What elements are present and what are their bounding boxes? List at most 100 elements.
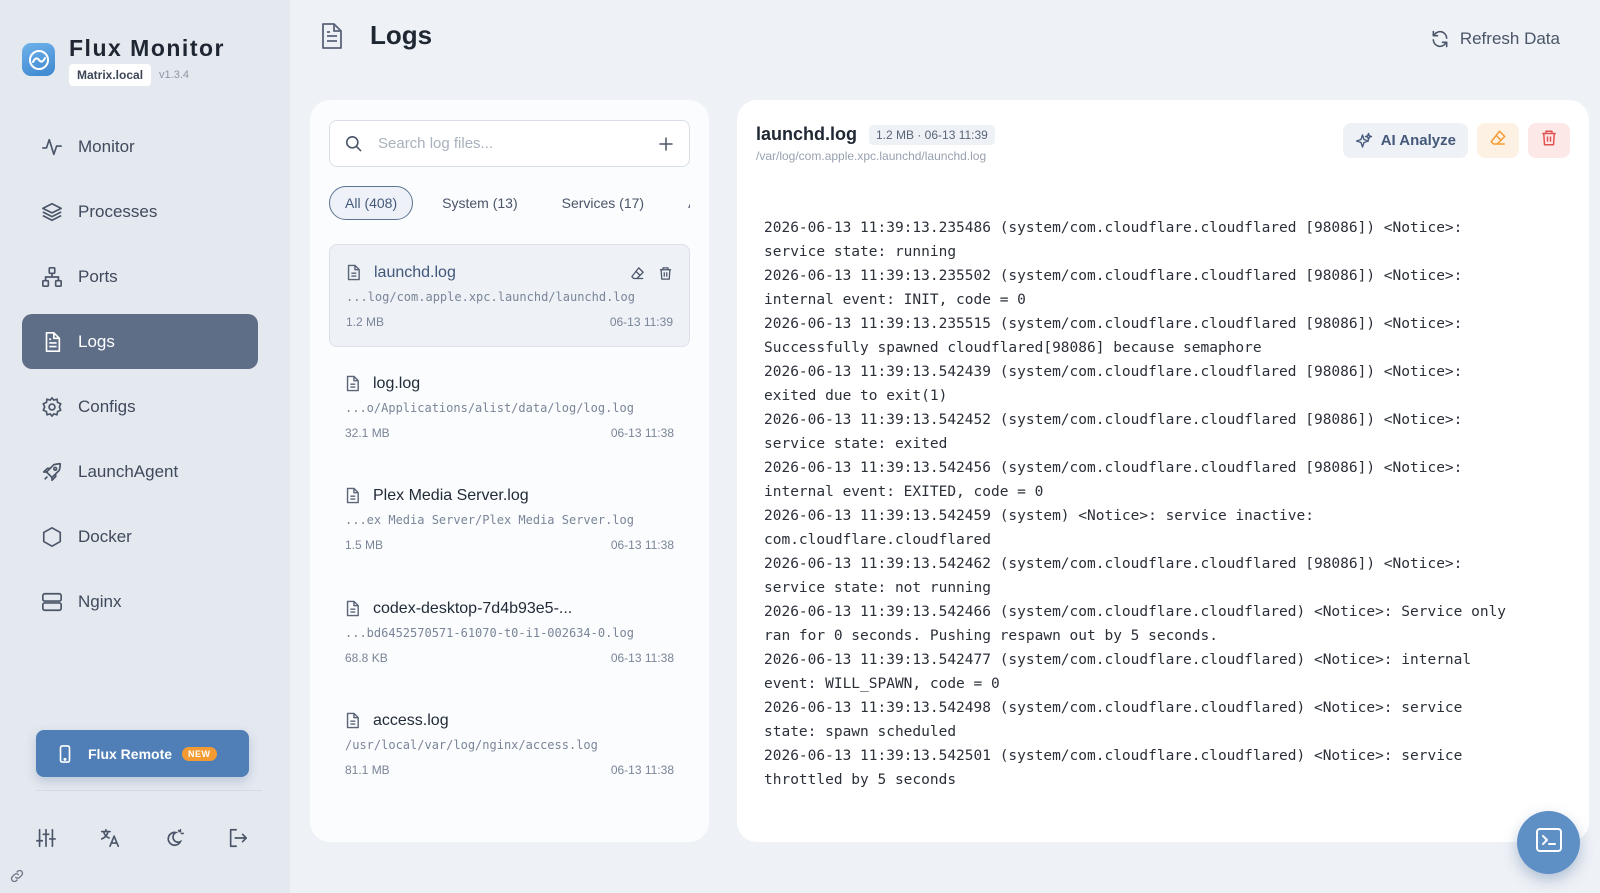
nav-label: Processes <box>78 201 158 221</box>
rocket-icon <box>40 460 64 484</box>
file-time: 06-13 11:38 <box>610 651 674 665</box>
nav-label: Configs <box>78 396 136 416</box>
nav-item-ports[interactable]: Ports <box>22 249 258 304</box>
filter-tab-services[interactable]: Services (17) <box>547 186 659 220</box>
file-list-item[interactable]: launchd.log ...log/com.apple.xpc.launchd… <box>329 244 690 347</box>
sparkles-icon <box>1355 132 1373 150</box>
app-logo-icon <box>22 43 55 76</box>
file-icon <box>345 487 361 505</box>
search-input[interactable] <box>378 135 657 152</box>
ai-analyze-label: AI Analyze <box>1380 132 1456 149</box>
nav-item-logs[interactable]: Logs <box>22 314 258 369</box>
sidebar-divider <box>36 790 262 791</box>
file-path: /usr/local/var/log/nginx/access.log <box>345 738 598 752</box>
nav-label: Docker <box>78 526 132 546</box>
terminal-icon <box>1535 827 1563 858</box>
layers-icon <box>40 200 64 224</box>
filter-tab-all[interactable]: All (408) <box>329 186 414 220</box>
file-name: codex-desktop-7d4b93e5-... <box>373 600 573 617</box>
file-list-item[interactable]: log.log ...o/Applications/alist/data/log… <box>329 356 690 459</box>
hexagon-icon <box>40 525 64 549</box>
nav-item-monitor[interactable]: Monitor <box>22 119 258 174</box>
sliders-icon[interactable] <box>34 826 58 850</box>
file-text-icon <box>320 22 346 50</box>
file-name: access.log <box>373 712 449 729</box>
file-time: 06-13 11:39 <box>609 315 673 329</box>
file-size: 1.5 MB <box>345 538 384 552</box>
file-icon <box>345 375 361 393</box>
search-box <box>329 120 690 167</box>
nav-item-launchagent[interactable]: LaunchAgent <box>22 444 258 499</box>
trash-icon[interactable] <box>657 265 673 281</box>
refresh-data-button[interactable]: Refresh Data <box>1415 20 1574 58</box>
nav-label: Nginx <box>78 591 122 611</box>
terminal-button[interactable] <box>1517 811 1580 874</box>
flux-remote-button[interactable]: Flux Remote NEW <box>36 730 249 777</box>
nav-item-docker[interactable]: Docker <box>22 509 258 564</box>
file-time: 06-13 11:38 <box>610 538 674 552</box>
log-viewer-panel: launchd.log 1.2 MB · 06-13 11:39 /var/lo… <box>737 100 1589 842</box>
refresh-label: Refresh Data <box>1459 29 1560 48</box>
page-title: Logs <box>370 20 433 50</box>
trash-icon <box>1540 129 1558 152</box>
flux-remote-label: Flux Remote <box>88 745 173 762</box>
filter-tab-system[interactable]: System (13) <box>427 186 532 220</box>
file-path: ...o/Applications/alist/data/log/log.log <box>345 401 634 415</box>
file-list-item[interactable]: codex-desktop-7d4b93e5-... ...bd64525705… <box>329 581 690 684</box>
activity-icon <box>40 135 64 159</box>
translate-icon[interactable] <box>98 826 122 850</box>
file-list-item[interactable]: access.log /usr/local/var/log/nginx/acce… <box>329 693 690 796</box>
file-path: ...bd6452570571-61070-t0-i1-002634-0.log <box>345 626 634 640</box>
file-name: log.log <box>373 375 421 392</box>
file-path: ...log/com.apple.xpc.launchd/launchd.log <box>346 290 635 304</box>
delete-log-button[interactable] <box>1528 123 1570 158</box>
main-nav: Monitor Processes Ports Logs Configs Lau… <box>22 119 258 639</box>
refresh-icon <box>1430 29 1450 49</box>
search-icon <box>344 134 364 154</box>
file-time: 06-13 11:38 <box>610 763 674 777</box>
eraser-icon[interactable] <box>629 265 645 281</box>
nav-item-configs[interactable]: Configs <box>22 379 258 434</box>
viewer-file-name: launchd.log <box>756 124 857 144</box>
filter-tab-apps[interactable]: Ap <box>673 186 690 220</box>
eraser-icon <box>1489 129 1507 152</box>
viewer-file-path: /var/log/com.apple.xpc.launchd/launchd.l… <box>756 149 987 163</box>
file-size: 68.8 KB <box>345 651 388 665</box>
log-content[interactable]: 2026-06-13 11:39:13.235486 (system/com.c… <box>764 216 1569 792</box>
viewer-actions: AI Analyze <box>1342 123 1570 158</box>
gear-icon <box>40 395 64 419</box>
nav-label: Logs <box>78 331 115 351</box>
file-time: 06-13 11:38 <box>610 426 674 440</box>
nav-item-processes[interactable]: Processes <box>22 184 258 239</box>
filter-tabs: All (408) System (13) Services (17) Ap <box>329 186 690 222</box>
nav-label: LaunchAgent <box>78 461 179 481</box>
file-size: 1.2 MB <box>346 315 385 329</box>
bottom-toolbar <box>34 826 250 850</box>
brand: Flux Monitor Matrix.local v1.3.4 <box>22 34 225 86</box>
smartphone-icon <box>56 744 74 763</box>
ai-analyze-button[interactable]: AI Analyze <box>1342 123 1468 158</box>
nav-label: Monitor <box>78 136 135 156</box>
file-list-item[interactable]: Plex Media Server.log ...ex Media Server… <box>329 468 690 571</box>
file-icon <box>345 600 361 618</box>
nav-label: Ports <box>78 266 118 286</box>
file-name: Plex Media Server.log <box>373 487 529 504</box>
file-path: ...ex Media Server/Plex Media Server.log <box>345 513 634 527</box>
log-file-list-panel: All (408) System (13) Services (17) Ap l… <box>310 100 709 842</box>
sidebar: Flux Monitor Matrix.local v1.3.4 Monitor… <box>0 0 290 893</box>
file-icon <box>346 264 362 282</box>
viewer-file-meta: 1.2 MB · 06-13 11:39 <box>869 124 995 145</box>
file-text-icon <box>40 330 64 354</box>
file-size: 32.1 MB <box>345 426 390 440</box>
server-icon <box>40 590 64 614</box>
theme-toggle-icon[interactable] <box>162 826 186 850</box>
nav-item-nginx[interactable]: Nginx <box>22 574 258 629</box>
file-icon <box>345 712 361 730</box>
add-icon[interactable] <box>657 135 675 153</box>
host-badge: Matrix.local <box>69 64 152 86</box>
new-badge: NEW <box>182 746 217 761</box>
clear-log-button[interactable] <box>1477 123 1519 158</box>
link-icon[interactable] <box>9 868 25 884</box>
logout-icon[interactable] <box>226 826 250 850</box>
app-version: v1.3.4 <box>159 69 189 81</box>
